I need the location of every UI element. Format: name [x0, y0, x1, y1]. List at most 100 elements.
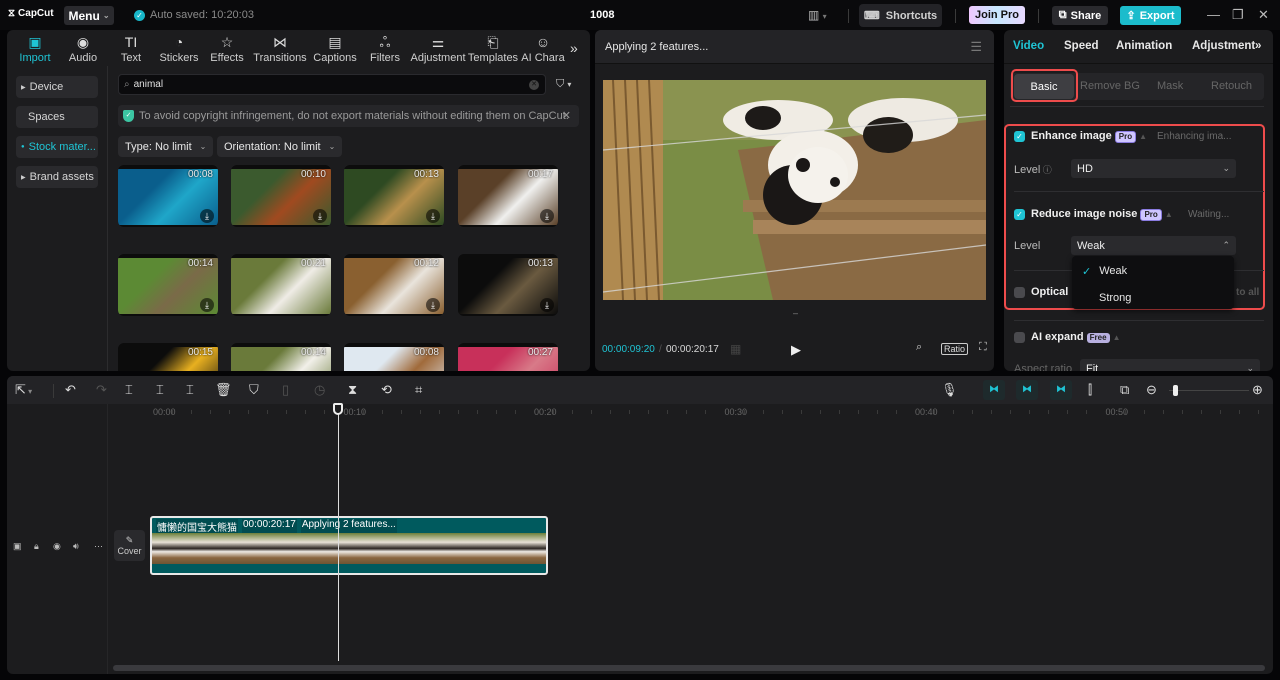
playhead-handle[interactable]	[333, 403, 343, 415]
minimize-icon[interactable]: —	[1207, 7, 1220, 22]
crop-icon[interactable]: ⌗	[415, 382, 422, 398]
tool-effects[interactable]: ☆ Effects	[203, 30, 251, 66]
optical-checkbox[interactable]	[1014, 287, 1025, 298]
linkage-icon[interactable]: ⧓	[1050, 380, 1072, 400]
media-item-panda[interactable]: 00:14	[231, 343, 331, 371]
media-item-dolphin[interactable]: 00:08 ⤓	[118, 165, 218, 227]
horizontal-scrollbar[interactable]	[113, 665, 1265, 671]
timeline-ruler[interactable]: 00:00 00:10 00:20 00:30 00:40 00:50	[153, 404, 1273, 420]
playhead-line[interactable]	[338, 406, 339, 661]
zoom-slider[interactable]	[1169, 390, 1249, 391]
video-preview[interactable]	[603, 80, 986, 300]
undo-icon[interactable]: ↶	[65, 382, 76, 398]
select-tool-icon[interactable]: ⇱ ▾	[15, 382, 32, 398]
zoom-preview-icon[interactable]: ⌕	[916, 341, 922, 354]
collapse-icon[interactable]: ▲	[1165, 210, 1173, 219]
more-icon[interactable]: ⋯	[94, 541, 103, 552]
more-tools-icon[interactable]: »	[570, 40, 578, 56]
marker-icon[interactable]: ⛉	[249, 382, 259, 398]
subtab-retouch[interactable]: Retouch	[1211, 80, 1252, 92]
export-button[interactable]: ⇪ Export	[1120, 6, 1181, 25]
fullscreen-icon[interactable]: ⛶	[979, 341, 987, 354]
split-preview-icon[interactable]: ⫿	[1088, 382, 1092, 398]
auto-snapping-icon[interactable]: ⧓	[1016, 380, 1038, 400]
shortcuts-button[interactable]: ⌨ Shortcuts	[859, 4, 942, 27]
split-icon[interactable]: ⌶	[125, 382, 133, 398]
media-item-frog[interactable]: 00:13 ⤓	[458, 254, 558, 316]
cover-button[interactable]: ✎ Cover	[114, 530, 145, 561]
preview-axis-icon[interactable]: ⧉	[1120, 382, 1129, 398]
download-icon[interactable]: ⤓	[426, 209, 440, 223]
tool-stickers[interactable]: ◔ Stickers	[155, 30, 203, 66]
zoom-slider-handle[interactable]	[1173, 385, 1178, 396]
media-item-dog[interactable]: 00:08	[344, 343, 444, 371]
layout-icon[interactable]: ▥ ▾	[808, 8, 827, 22]
subtab-mask[interactable]: Mask	[1157, 80, 1183, 92]
share-button[interactable]: ⧉ Share	[1052, 6, 1108, 25]
lock-icon[interactable]: 🔒︎	[34, 541, 39, 552]
split-left-icon[interactable]: ⌶	[156, 382, 164, 398]
media-item-pandas[interactable]: 00:21	[231, 254, 331, 316]
restore-icon[interactable]: ❐	[1232, 7, 1244, 23]
tool-adjustment[interactable]: ⚌ Adjustment	[409, 30, 467, 66]
media-item-animals[interactable]: 00:27	[458, 343, 558, 371]
download-icon[interactable]: ⤓	[200, 298, 214, 312]
media-item-rabbit[interactable]: 00:17 ⤓	[458, 165, 558, 227]
apply-to-all-button[interactable]: to all	[1236, 287, 1259, 298]
download-icon[interactable]: ⤓	[540, 298, 554, 312]
reduce-noise-checkbox[interactable]: ✓	[1014, 209, 1025, 220]
noise-level-select[interactable]: Weak ⌃	[1071, 236, 1236, 255]
tool-ai-chara[interactable]: ☺ AI Chara	[519, 30, 567, 66]
main-track-magnet-icon[interactable]: ⧓	[983, 380, 1005, 400]
download-icon[interactable]: ⤓	[200, 209, 214, 223]
zoom-out-icon[interactable]: ⊖	[1146, 382, 1157, 398]
search-input[interactable]: ⌕ animal ✕	[118, 74, 546, 95]
sidenav-item-brand-assets[interactable]: ▶ Brand assets	[16, 166, 98, 188]
hamburger-menu-icon[interactable]: ☰	[970, 39, 982, 55]
split-right-icon[interactable]: ⌶	[186, 382, 194, 398]
tab-speed[interactable]: Speed	[1064, 40, 1099, 52]
help-icon[interactable]: ⓘ	[1040, 165, 1052, 175]
eye-icon[interactable]: ◉	[53, 541, 61, 552]
tool-captions[interactable]: ▤ Captions	[309, 30, 361, 66]
sidenav-item-stock-materials[interactable]: ● Stock mater...	[16, 136, 98, 158]
collapse-icon[interactable]: ▲	[1113, 333, 1121, 342]
subtab-basic[interactable]: Basic	[1014, 74, 1074, 99]
tab-video[interactable]: Video	[1013, 40, 1044, 52]
zoom-in-icon[interactable]: ⊕	[1252, 382, 1263, 398]
microphone-icon[interactable]: 🎙	[941, 382, 958, 398]
volume-icon[interactable]: 🔊︎	[73, 541, 79, 552]
tool-filters[interactable]: ஃ Filters	[361, 30, 409, 66]
media-item-kittens[interactable]: 00:12 ⤓	[344, 254, 444, 316]
tool-templates[interactable]: ⎗ Templates	[467, 30, 519, 66]
mirror-icon[interactable]: ⧗	[348, 382, 357, 398]
download-icon[interactable]: ⤓	[540, 209, 554, 223]
more-tabs-icon[interactable]: »	[1255, 40, 1261, 52]
join-pro-button[interactable]: Join Pro	[969, 6, 1025, 24]
orientation-filter-dropdown[interactable]: Orientation: No limit ⌄	[217, 136, 343, 157]
media-item-chicken[interactable]: 00:15	[118, 343, 218, 371]
clear-search-icon[interactable]: ✕	[529, 80, 539, 90]
media-item-red-panda[interactable]: 00:10 ⤓	[231, 165, 331, 227]
media-item-lion[interactable]: 00:13 ⤓	[344, 165, 444, 227]
close-icon[interactable]: ✕	[1258, 7, 1269, 23]
enhance-level-select[interactable]: HD ⌄	[1071, 159, 1236, 178]
sidenav-item-spaces[interactable]: Spaces	[16, 106, 98, 128]
menu-button[interactable]: Menu ⌄	[64, 6, 114, 25]
type-filter-dropdown[interactable]: Type: No limit ⌄	[118, 136, 214, 157]
sidenav-item-device[interactable]: ▶ Device	[16, 76, 98, 98]
delete-icon[interactable]: 🗑	[215, 382, 232, 398]
close-notice-icon[interactable]: ✕	[562, 109, 571, 122]
play-button[interactable]: ▶	[791, 342, 801, 358]
project-title[interactable]: 1008	[590, 9, 614, 21]
tab-animation[interactable]: Animation	[1116, 40, 1172, 52]
collapse-icon[interactable]: ▲	[1139, 132, 1147, 141]
tool-import[interactable]: ▣ Import	[11, 30, 59, 66]
ai-expand-checkbox[interactable]	[1014, 332, 1025, 343]
sort-filter-icon[interactable]: ⛉ ▾	[556, 78, 571, 91]
option-weak[interactable]: ✓ Weak	[1082, 265, 1127, 278]
subtab-remove-bg[interactable]: Remove BG	[1080, 80, 1140, 92]
download-icon[interactable]: ⤓	[313, 209, 327, 223]
video-clip[interactable]: 慵懒的国宝大熊猫 00:00:20:17 Applying 2 features…	[150, 516, 548, 575]
download-icon[interactable]: ⤓	[426, 298, 440, 312]
